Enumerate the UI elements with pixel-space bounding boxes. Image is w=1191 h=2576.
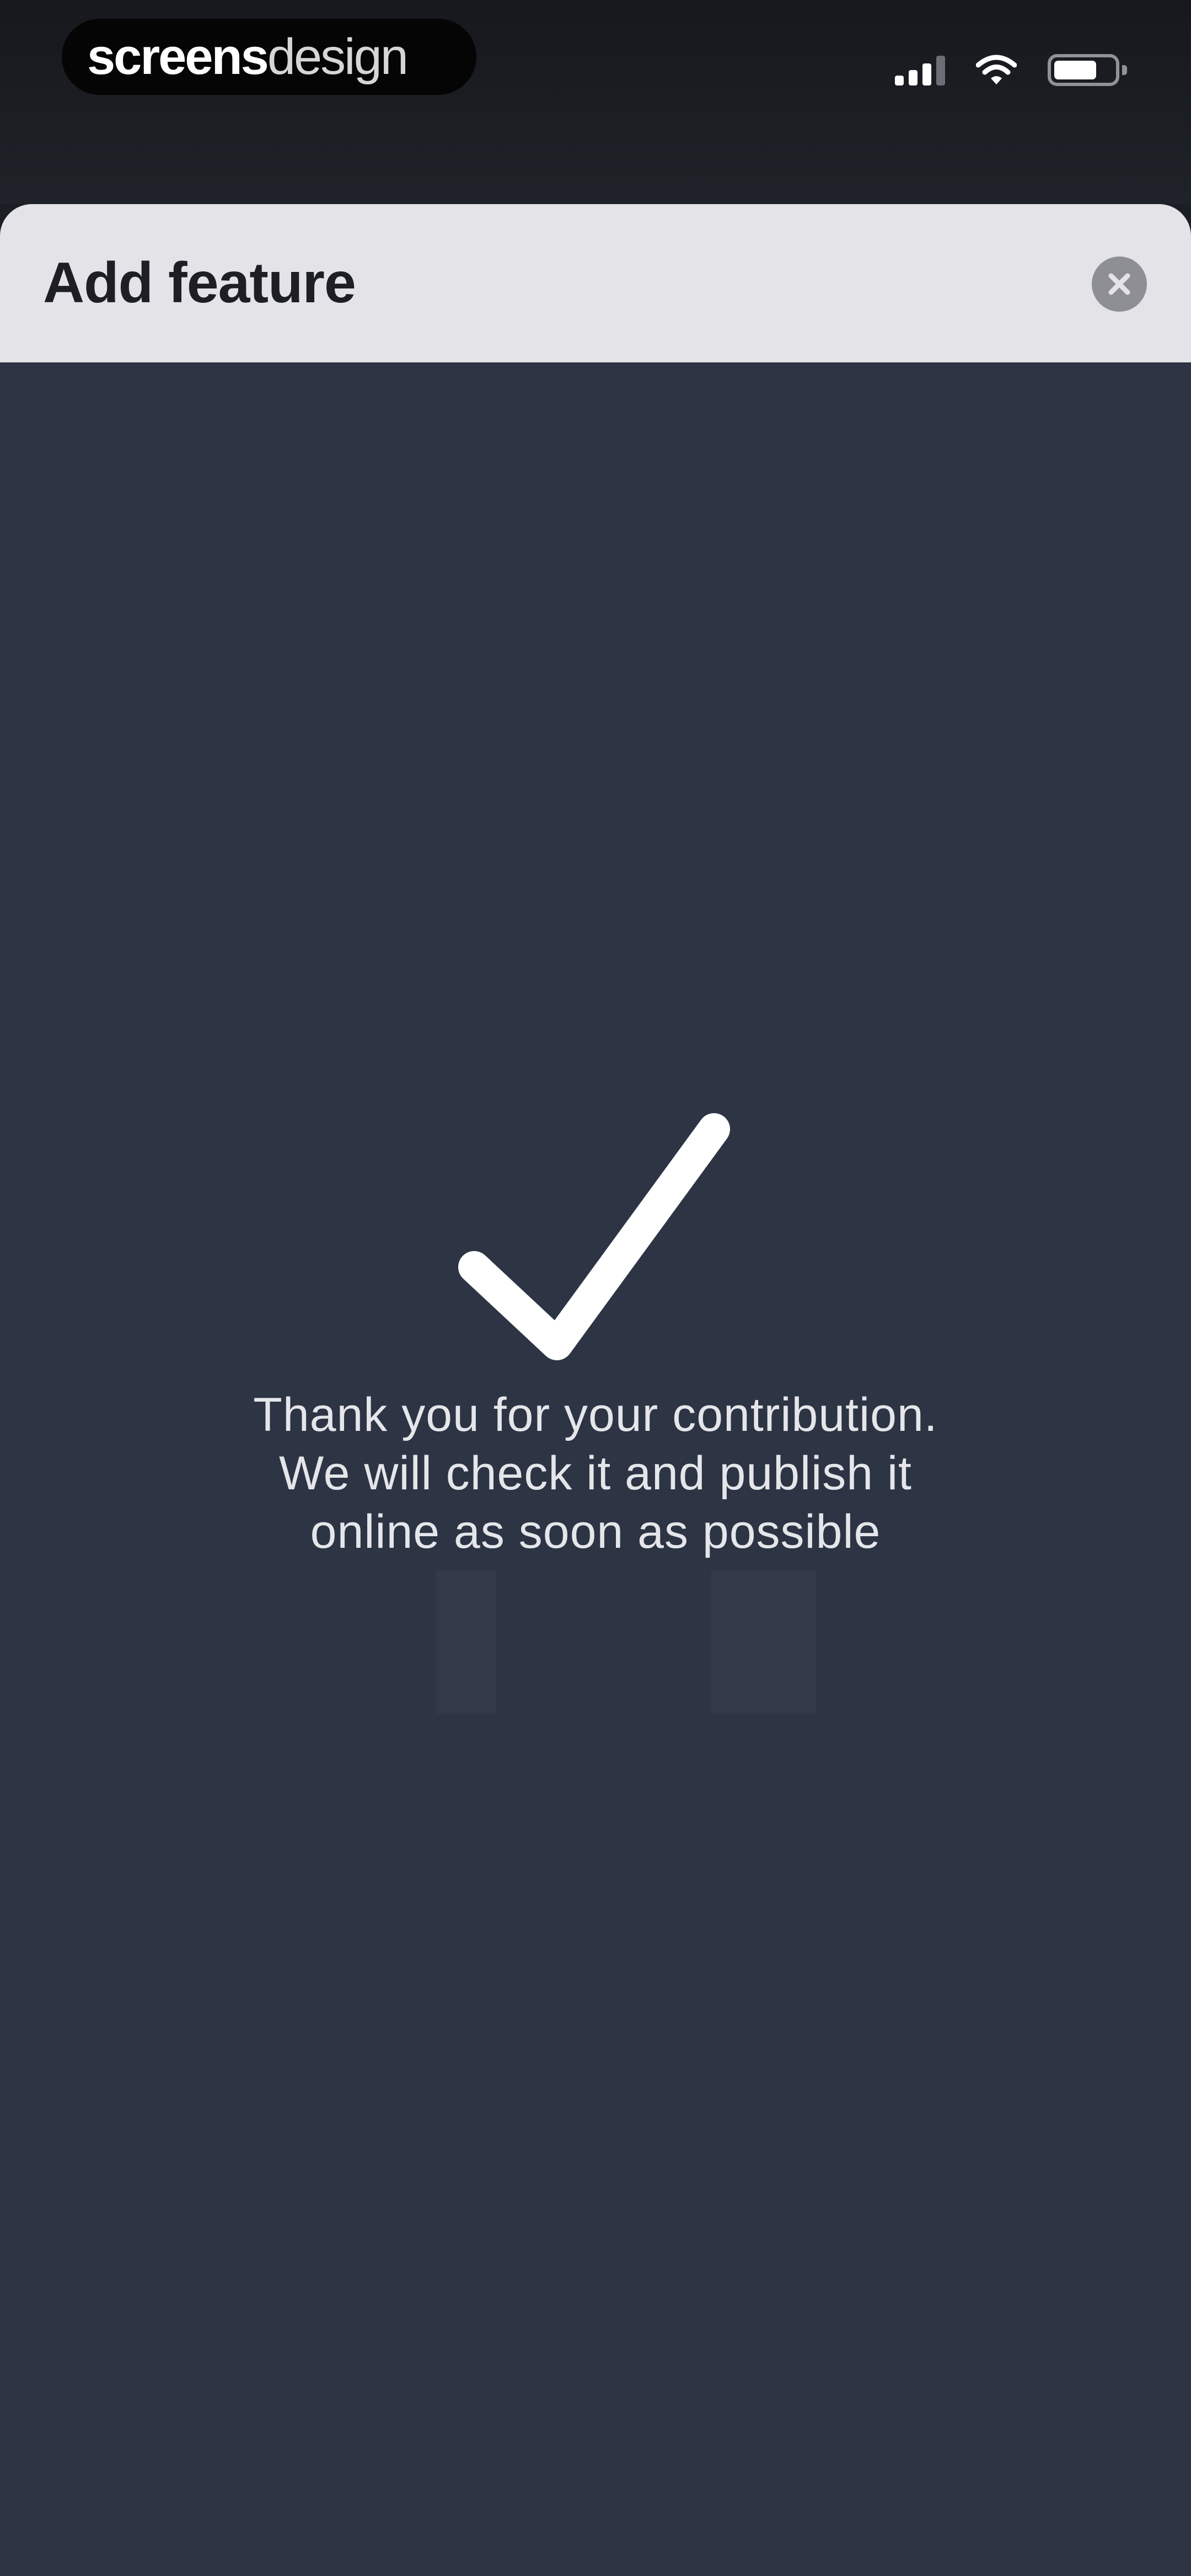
- add-feature-sheet: Add feature Thank you for your contribut…: [0, 204, 1191, 2576]
- confirmation-line-1: Thank you for your contribution.: [253, 1388, 938, 1441]
- close-icon: [1108, 273, 1130, 295]
- status-bar: screens design: [0, 0, 1191, 204]
- confirmation-line-3: online as soon as possible: [310, 1505, 881, 1558]
- battery-icon: [1048, 54, 1127, 86]
- confirmation-line-2: We will check it and publish it: [279, 1447, 912, 1500]
- status-icons: [895, 51, 1127, 89]
- sheet-header: Add feature: [0, 204, 1191, 362]
- app-screen: screens design Add feature Thank you for…: [0, 0, 1191, 2576]
- brand-name-light: design: [267, 28, 409, 85]
- checkmark-icon: [458, 1113, 730, 1360]
- confirmation-message: Thank you for your contribution. We will…: [165, 1386, 1026, 1561]
- wifi-icon: [976, 55, 1017, 84]
- brand-logo: screens design: [62, 19, 476, 95]
- close-button[interactable]: [1092, 256, 1147, 312]
- sheet-title: Add feature: [43, 251, 356, 315]
- signal-icon: [895, 55, 945, 85]
- faint-overlay-left: [436, 1570, 496, 1714]
- brand-name-bold: screens: [87, 28, 269, 85]
- faint-overlay-right: [711, 1570, 816, 1714]
- sheet-content: Thank you for your contribution. We will…: [0, 362, 1191, 2576]
